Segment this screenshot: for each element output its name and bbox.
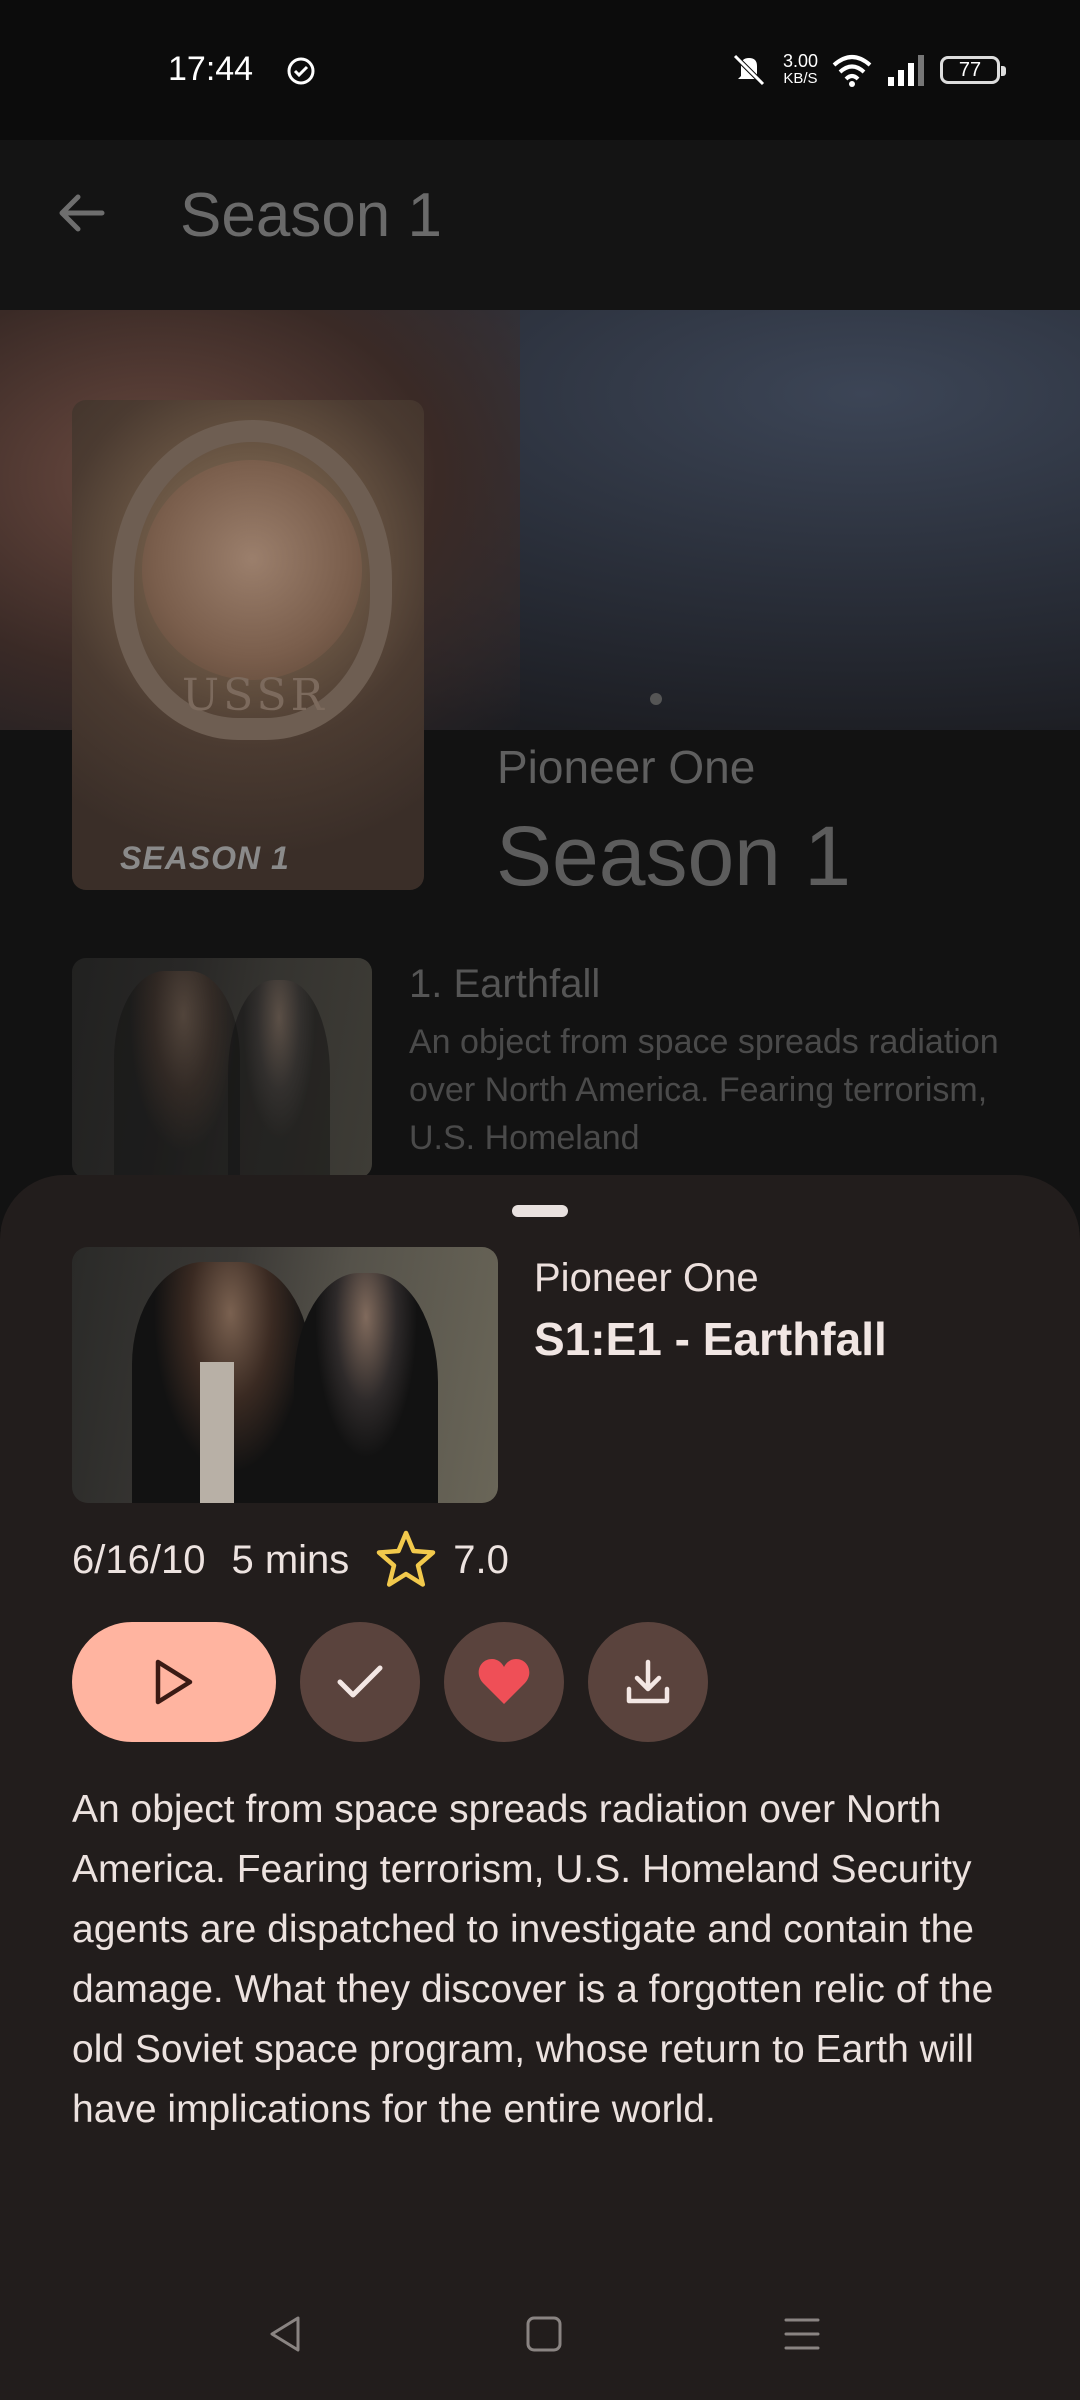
season-title: Season 1: [496, 809, 851, 903]
episode-thumbnail[interactable]: [72, 958, 372, 1178]
sheet-show-name: Pioneer One: [534, 1256, 759, 1300]
star-icon: [377, 1530, 436, 1587]
episode-title[interactable]: 1. Earthfall: [409, 962, 600, 1007]
episode-overview: An object from space spreads radiation o…: [72, 1788, 994, 2131]
signal-icon: [888, 55, 924, 86]
episode-meta: 6/16/10 5 mins 7.0: [72, 1530, 509, 1590]
season-poster: USSR SEASON 1: [72, 400, 424, 890]
wifi-icon: [832, 55, 872, 87]
battery-icon: 77: [940, 56, 1006, 84]
episode-description: An object from space spreads radiation o…: [409, 1023, 999, 1157]
nav-home-icon[interactable]: [524, 2314, 564, 2354]
air-date: 6/16/10: [72, 1537, 206, 1582]
duration: 5 mins: [231, 1537, 350, 1582]
show-name: Pioneer One: [497, 741, 756, 793]
back-arrow-icon[interactable]: [52, 188, 112, 238]
mute-icon: [733, 54, 765, 86]
poster-label: SEASON 1: [120, 840, 290, 876]
rating: 7.0: [453, 1537, 509, 1582]
app-bar-title: Season 1: [180, 181, 442, 250]
heart-icon: [478, 1659, 530, 1704]
nav-back-icon[interactable]: [266, 2314, 306, 2354]
speed-unit: KB/S: [783, 70, 818, 87]
poster-text: USSR: [182, 670, 328, 721]
play-button[interactable]: [72, 1622, 276, 1742]
favorite-button[interactable]: [444, 1622, 564, 1742]
status-time: 17:44: [168, 50, 254, 88]
status-icons: 3.00 KB/S 77: [729, 50, 1006, 90]
mark-watched-button[interactable]: [300, 1622, 420, 1742]
nav-menu-icon[interactable]: [782, 2314, 822, 2354]
app-bar: [0, 140, 1080, 310]
download-button[interactable]: [588, 1622, 708, 1742]
page-indicator: [650, 693, 662, 705]
speed-value: 3.00: [782, 51, 818, 71]
sheet-episode-title: S1:E1 - Earthfall: [534, 1313, 887, 1365]
download-icon: [626, 1659, 670, 1704]
check-icon: [337, 1665, 383, 1698]
sheet-episode-thumbnail: [72, 1247, 498, 1503]
status-bar: 17:44 3.00 KB/S 77: [0, 0, 1080, 140]
sheet-drag-handle[interactable]: [512, 1205, 568, 1217]
network-speed: 3.00 KB/S: [783, 52, 818, 88]
play-icon: [155, 1659, 193, 1705]
check-circle-icon: [287, 57, 315, 85]
